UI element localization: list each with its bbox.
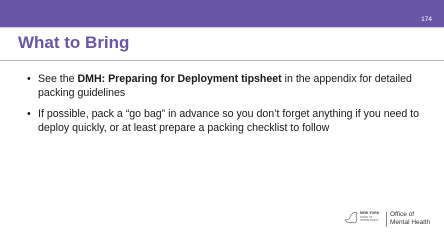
bullet-icon: • xyxy=(27,108,31,120)
tipsheet-reference: DMH: Preparing for Deployment tipsheet xyxy=(77,73,282,85)
slide-title: What to Bring xyxy=(18,33,130,52)
logo-office-name: Office of Mental Health xyxy=(390,211,431,226)
bullet-item: • If possible, pack a “go bag” in advanc… xyxy=(27,108,422,135)
logo-state-tagline: STATE OF OPPORTUNITY. xyxy=(360,216,380,222)
omh-logo: NEW YORK STATE OF OPPORTUNITY. Office of… xyxy=(344,208,436,230)
header-divider xyxy=(0,27,444,28)
bullet-item: • See the DMH: Preparing for Deployment … xyxy=(27,73,422,100)
bullet-list: • See the DMH: Preparing for Deployment … xyxy=(27,73,422,143)
new-york-state-outline-icon xyxy=(344,211,358,224)
logo-divider xyxy=(386,212,387,227)
bullet-text: If possible, pack a “go bag” in advance … xyxy=(38,108,420,134)
header-bar: 174 xyxy=(0,0,444,27)
title-divider xyxy=(0,60,444,61)
bullet-text-pre: See the xyxy=(38,73,78,85)
page-number: 174 xyxy=(421,16,432,23)
bullet-icon: • xyxy=(27,73,31,85)
slide: 174 What to Bring • See the DMH: Prepari… xyxy=(0,0,444,241)
